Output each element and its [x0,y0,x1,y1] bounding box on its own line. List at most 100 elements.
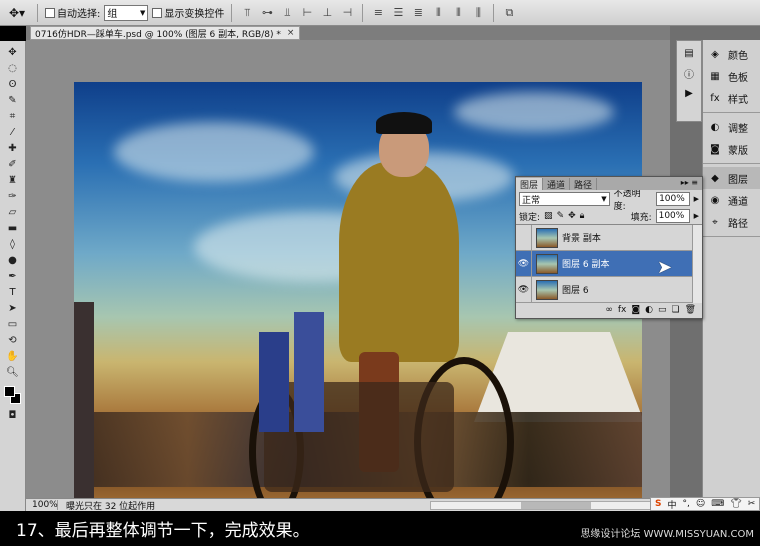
dock-item-styles[interactable]: fx 样式 [703,87,760,109]
vertical-scrollbar[interactable] [692,225,702,303]
3d-rotate-tool-icon[interactable]: ⟲ [3,333,23,348]
checkbox-box[interactable] [152,7,163,18]
dock-item-paths[interactable]: ⌖ 路径 [703,211,760,233]
delete-layer-icon[interactable]: 🗑︎ [685,305,696,315]
dock-item-adjustments[interactable]: ◐ 调整 [703,116,760,138]
dock-item-swatches[interactable]: ▦ 色板 [703,65,760,87]
dock-item-label: 蒙版 [728,145,748,157]
distribute-bottom-icon[interactable]: ≣ [410,5,426,21]
checkbox-box[interactable] [45,7,55,18]
distribute-top-icon[interactable]: ≡ [370,5,386,21]
lock-transparency-icon[interactable]: ▨ [544,211,553,221]
opacity-field[interactable]: 100% [656,192,690,206]
layer-row-selected[interactable]: 👁︎ 图层 6 副本 [516,250,702,277]
auto-select-checkbox[interactable]: 自动选择: [45,5,100,20]
gradient-tool-icon[interactable]: ▬ [3,221,23,236]
dock-item-color[interactable]: ◈ 颜色 [703,43,760,65]
document-tab[interactable]: 0716仿HDR—踩单车.psd @ 100% (图层 6 副本, RGB/8)… [30,26,300,40]
ime-keyboard-icon[interactable]: ⌨ [711,499,724,509]
dock-item-layers[interactable]: ◆ 图层 [703,167,760,189]
auto-select-dropdown[interactable]: 组 ▼ [104,4,149,21]
align-right-icon[interactable]: ⊣ [339,5,355,21]
distribute-right-icon[interactable]: ⫼ [470,5,486,21]
ime-tools-icon[interactable]: ✂ [748,499,756,509]
shape-tool-icon[interactable]: ▭ [3,317,23,332]
eyedropper-tool-icon[interactable]: ⁄ [3,125,23,140]
type-tool-icon[interactable]: T [3,285,23,300]
eraser-tool-icon[interactable]: ▱ [3,205,23,220]
fill-field[interactable]: 100% [655,209,690,223]
layers-list: 背景 副本 👁︎ 图层 6 副本 👁︎ 图层 6 [516,224,702,303]
move-tool-icon[interactable]: ✥ [3,45,23,60]
crop-tool-icon[interactable]: ⌗ [3,109,23,124]
link-layers-icon[interactable]: ∞ [605,305,613,315]
marquee-tool-icon[interactable]: ◌ [3,61,23,76]
ime-smiley-icon[interactable]: ☺ [696,499,705,509]
ime-punctuation-icon[interactable]: °, [683,499,690,509]
distribute-vcenter-icon[interactable]: ☰ [390,5,406,21]
horizontal-scrollbar[interactable] [430,500,670,510]
lasso-tool-icon[interactable]: ʘ [3,77,23,92]
blur-tool-icon[interactable]: ◊ [3,237,23,252]
hand-tool-icon[interactable]: ✋ [3,349,23,364]
layer-style-icon[interactable]: fx [618,305,627,315]
new-layer-icon[interactable]: ❏ [671,305,679,315]
eye-icon[interactable]: 👁︎ [516,250,532,277]
new-adjustment-icon[interactable]: ◐ [645,305,653,315]
new-group-icon[interactable]: ▭ [658,305,667,315]
color-swatches[interactable] [3,385,23,407]
auto-align-icon[interactable]: ⧉ [501,5,517,21]
lock-pixels-icon[interactable]: ✎ [557,211,565,221]
swatches-icon: ▦ [710,70,720,82]
distribute-hcenter-icon[interactable]: ⫴ [450,5,466,21]
quick-select-tool-icon[interactable]: ✎ [3,93,23,108]
actions-icon[interactable]: ▶ [680,85,698,101]
dock-item-channels[interactable]: ◉ 通道 [703,189,760,211]
zoom-level[interactable]: 100% [32,500,58,510]
ime-logo-icon[interactable]: S [655,499,661,509]
tab-layers[interactable]: 图层 [516,178,544,191]
chevron-right-icon[interactable]: ▶ [694,212,699,220]
lock-all-icon[interactable]: 🔒︎ [580,211,585,221]
visibility-toggle[interactable] [516,224,532,251]
layer-row[interactable]: 👁︎ 图层 6 [516,276,702,303]
history-brush-tool-icon[interactable]: ✑ [3,189,23,204]
foreground-color-swatch[interactable] [3,386,15,397]
clone-stamp-tool-icon[interactable]: ♜ [3,173,23,188]
eye-icon[interactable]: 👁︎ [516,276,532,303]
layer-row[interactable]: 背景 副本 [516,224,702,251]
tab-paths[interactable]: 路径 [570,178,598,191]
chevron-right-icon[interactable]: ▶ [694,195,699,203]
quick-mask-icon[interactable]: ◘ [3,408,23,423]
blend-mode-select[interactable]: 正常 ▼ [519,192,610,206]
add-mask-icon[interactable]: ◙ [631,305,640,315]
dock-item-label: 路径 [728,218,748,230]
align-left-icon[interactable]: ⊢ [299,5,315,21]
align-bottom-icon[interactable]: ⫫ [279,5,295,21]
rider-hat-shape [376,112,432,134]
dodge-tool-icon[interactable]: ● [3,253,23,268]
align-vcenter-icon[interactable]: ⊶ [259,5,275,21]
dock-item-masks[interactable]: ◙ 蒙版 [703,138,760,160]
info-icon[interactable]: ⓘ [680,65,698,81]
healing-brush-tool-icon[interactable]: ✚ [3,141,23,156]
ime-skin-icon[interactable]: 👕︎ [730,499,741,509]
histogram-icon[interactable]: ▤ [680,45,698,61]
lock-position-icon[interactable]: ✥ [568,211,576,221]
move-tool-preset-icon[interactable]: ✥▾ [4,3,30,23]
align-hcenter-icon[interactable]: ⊥ [319,5,335,21]
zoom-tool-icon[interactable]: 🔍︎ [3,365,23,380]
align-top-icon[interactable]: ⫪ [239,5,255,21]
path-select-tool-icon[interactable]: ➤ [3,301,23,316]
status-info[interactable]: 曝光只在 32 位起作用 [66,499,155,512]
pen-tool-icon[interactable]: ✒ [3,269,23,284]
show-transform-checkbox[interactable]: 显示变换控件 [152,5,224,20]
dock-item-label: 色板 [728,72,748,84]
tab-channels[interactable]: 通道 [543,178,571,191]
scrollbar-thumb[interactable] [521,501,591,509]
ime-mode[interactable]: 中 [667,498,676,511]
panel-menu-icon[interactable]: ▸▸ ≡ [681,178,698,187]
distribute-left-icon[interactable]: ⦀ [430,5,446,21]
close-icon[interactable]: × [287,28,295,38]
brush-tool-icon[interactable]: ✐ [3,157,23,172]
